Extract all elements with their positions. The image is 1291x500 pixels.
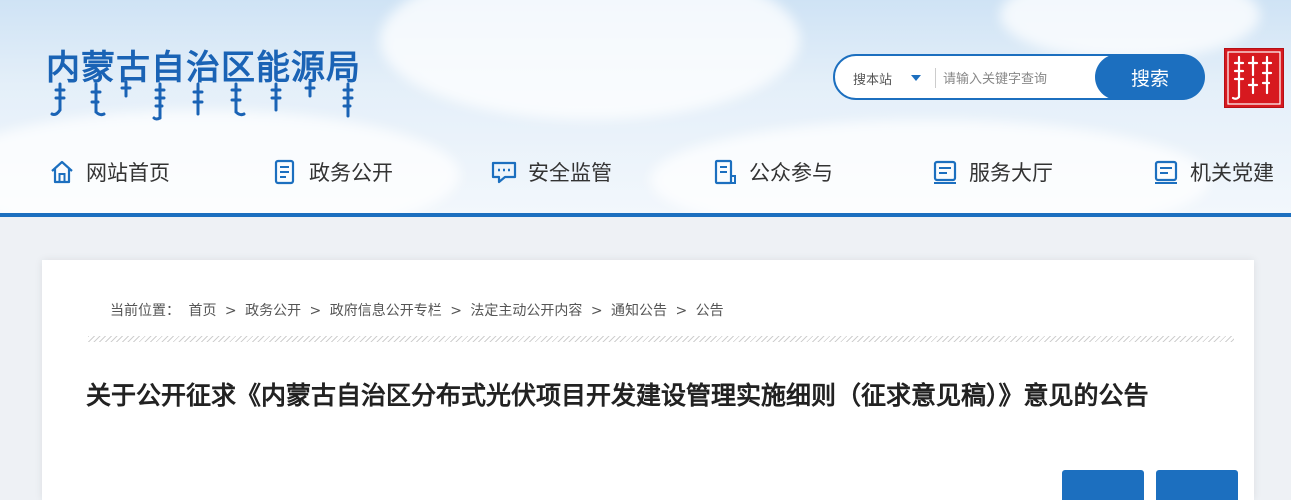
document-list-icon <box>274 159 295 185</box>
breadcrumb-item-gov-affairs[interactable]: 政务公开 <box>245 303 301 319</box>
breadcrumb-separator: > <box>450 303 462 319</box>
cloud-decoration <box>380 0 800 120</box>
nav-label: 机关党建 <box>1190 161 1274 185</box>
search-input[interactable] <box>941 64 1095 94</box>
nav-item-safety[interactable]: 安全监管 <box>490 155 612 189</box>
nav-label: 政务公开 <box>309 161 393 185</box>
nav-item-gov-affairs[interactable]: 政务公开 <box>271 155 393 189</box>
breadcrumb: 当前位置： 首页 > 政务公开 > 政府信息公开专栏 > 法定主动公开内容 > … <box>110 300 728 320</box>
red-mongolian-seal-icon <box>1224 48 1284 108</box>
nav-item-public-participation[interactable]: 公众参与 <box>711 155 833 189</box>
breadcrumb-separator: > <box>590 303 603 319</box>
nav-item-service-hall[interactable]: 服务大厅 <box>931 155 1053 189</box>
party-building-icon <box>1154 160 1178 184</box>
search-scope-select[interactable]: 搜本站 <box>853 69 892 88</box>
article-title: 关于公开征求《内蒙古自治区分布式光伏项目开发建设管理实施细则（征求意见稿）》意见… <box>86 381 1149 410</box>
site-header: 内蒙古自治区能源局 搜本站 搜索 <box>0 0 1291 213</box>
nav-item-home[interactable]: 网站首页 <box>48 155 170 189</box>
breadcrumb-item-announcement[interactable]: 公告 <box>696 303 724 319</box>
nav-item-party-building[interactable]: 机关党建 <box>1152 155 1274 189</box>
mongolian-script-graphic <box>50 80 354 121</box>
header-divider <box>0 213 1291 217</box>
search-button[interactable]: 搜索 <box>1095 54 1205 100</box>
breadcrumb-item-notices[interactable]: 通知公告 <box>611 303 667 319</box>
breadcrumb-separator: > <box>224 303 237 319</box>
breadcrumb-item-statutory-content[interactable]: 法定主动公开内容 <box>470 303 582 319</box>
nav-label: 安全监管 <box>528 161 612 185</box>
article-tool-button[interactable] <box>1062 470 1144 500</box>
breadcrumb-item-home[interactable]: 首页 <box>188 303 216 319</box>
breadcrumb-item-info-column[interactable]: 政府信息公开专栏 <box>330 303 442 319</box>
home-icon <box>51 160 73 184</box>
clipboard-icon <box>714 159 736 185</box>
nav-label: 服务大厅 <box>969 161 1053 185</box>
chevron-down-icon[interactable] <box>911 75 921 81</box>
nav-label: 公众参与 <box>749 161 833 185</box>
search-divider <box>935 68 936 88</box>
breadcrumb-separator: > <box>675 303 688 319</box>
article-card: 当前位置： 首页 > 政务公开 > 政府信息公开专栏 > 法定主动公开内容 > … <box>42 260 1254 500</box>
nav-label: 网站首页 <box>86 161 170 185</box>
hatched-divider <box>88 336 1234 342</box>
service-panel-icon <box>933 160 957 184</box>
search-bar: 搜本站 搜索 <box>833 54 1205 100</box>
cloud-decoration <box>1000 0 1260 60</box>
breadcrumb-prefix: 当前位置： <box>110 303 180 319</box>
article-tool-button[interactable] <box>1156 470 1238 500</box>
breadcrumb-separator: > <box>309 303 322 319</box>
chat-bubble-icon <box>491 161 517 184</box>
